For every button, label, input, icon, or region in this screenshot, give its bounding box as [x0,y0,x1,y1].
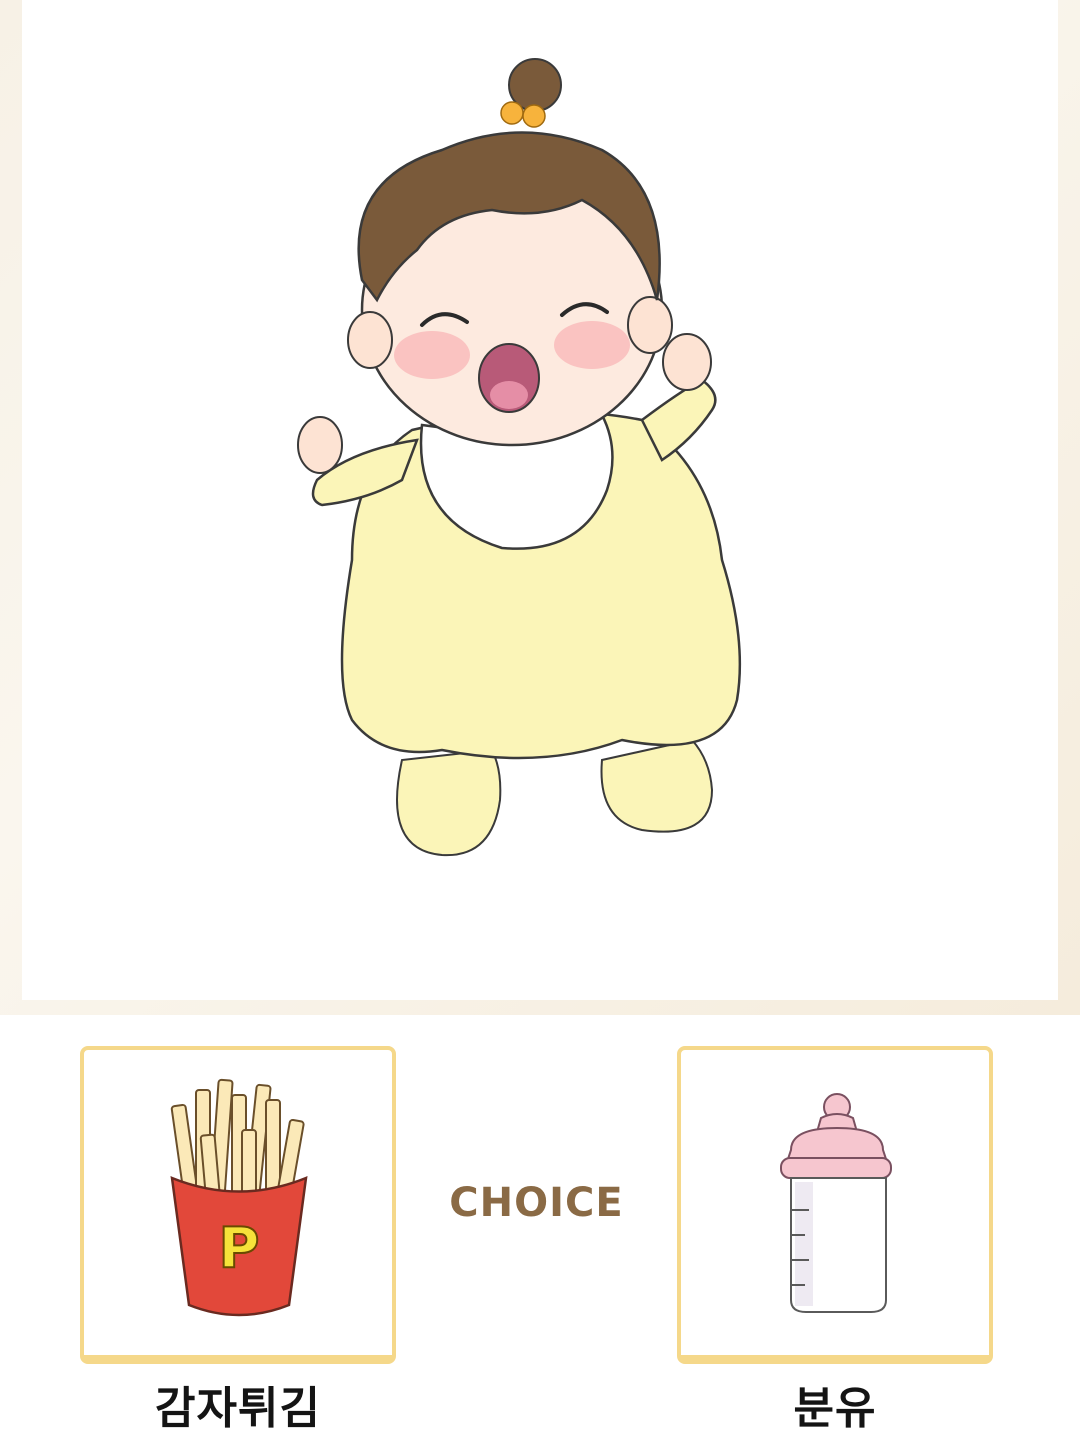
choice-label-french-fries: 감자튀김 [155,1383,321,1434]
fries-box-letter: P [218,1216,259,1281]
choice-label-baby-bottle: 분유 [793,1383,877,1434]
french-fries-icon: P [170,1078,308,1317]
game-screen: P CHOICE 감자튀김 분유 [0,0,1080,1440]
baby-bottle-icon [780,1093,892,1313]
choice-card-french-fries[interactable]: P [80,1046,396,1364]
choice-card-baby-bottle[interactable] [677,1046,993,1364]
scene-card [22,0,1058,1000]
choice-prompt: CHOICE [449,1180,624,1226]
baby-icon [297,58,742,857]
